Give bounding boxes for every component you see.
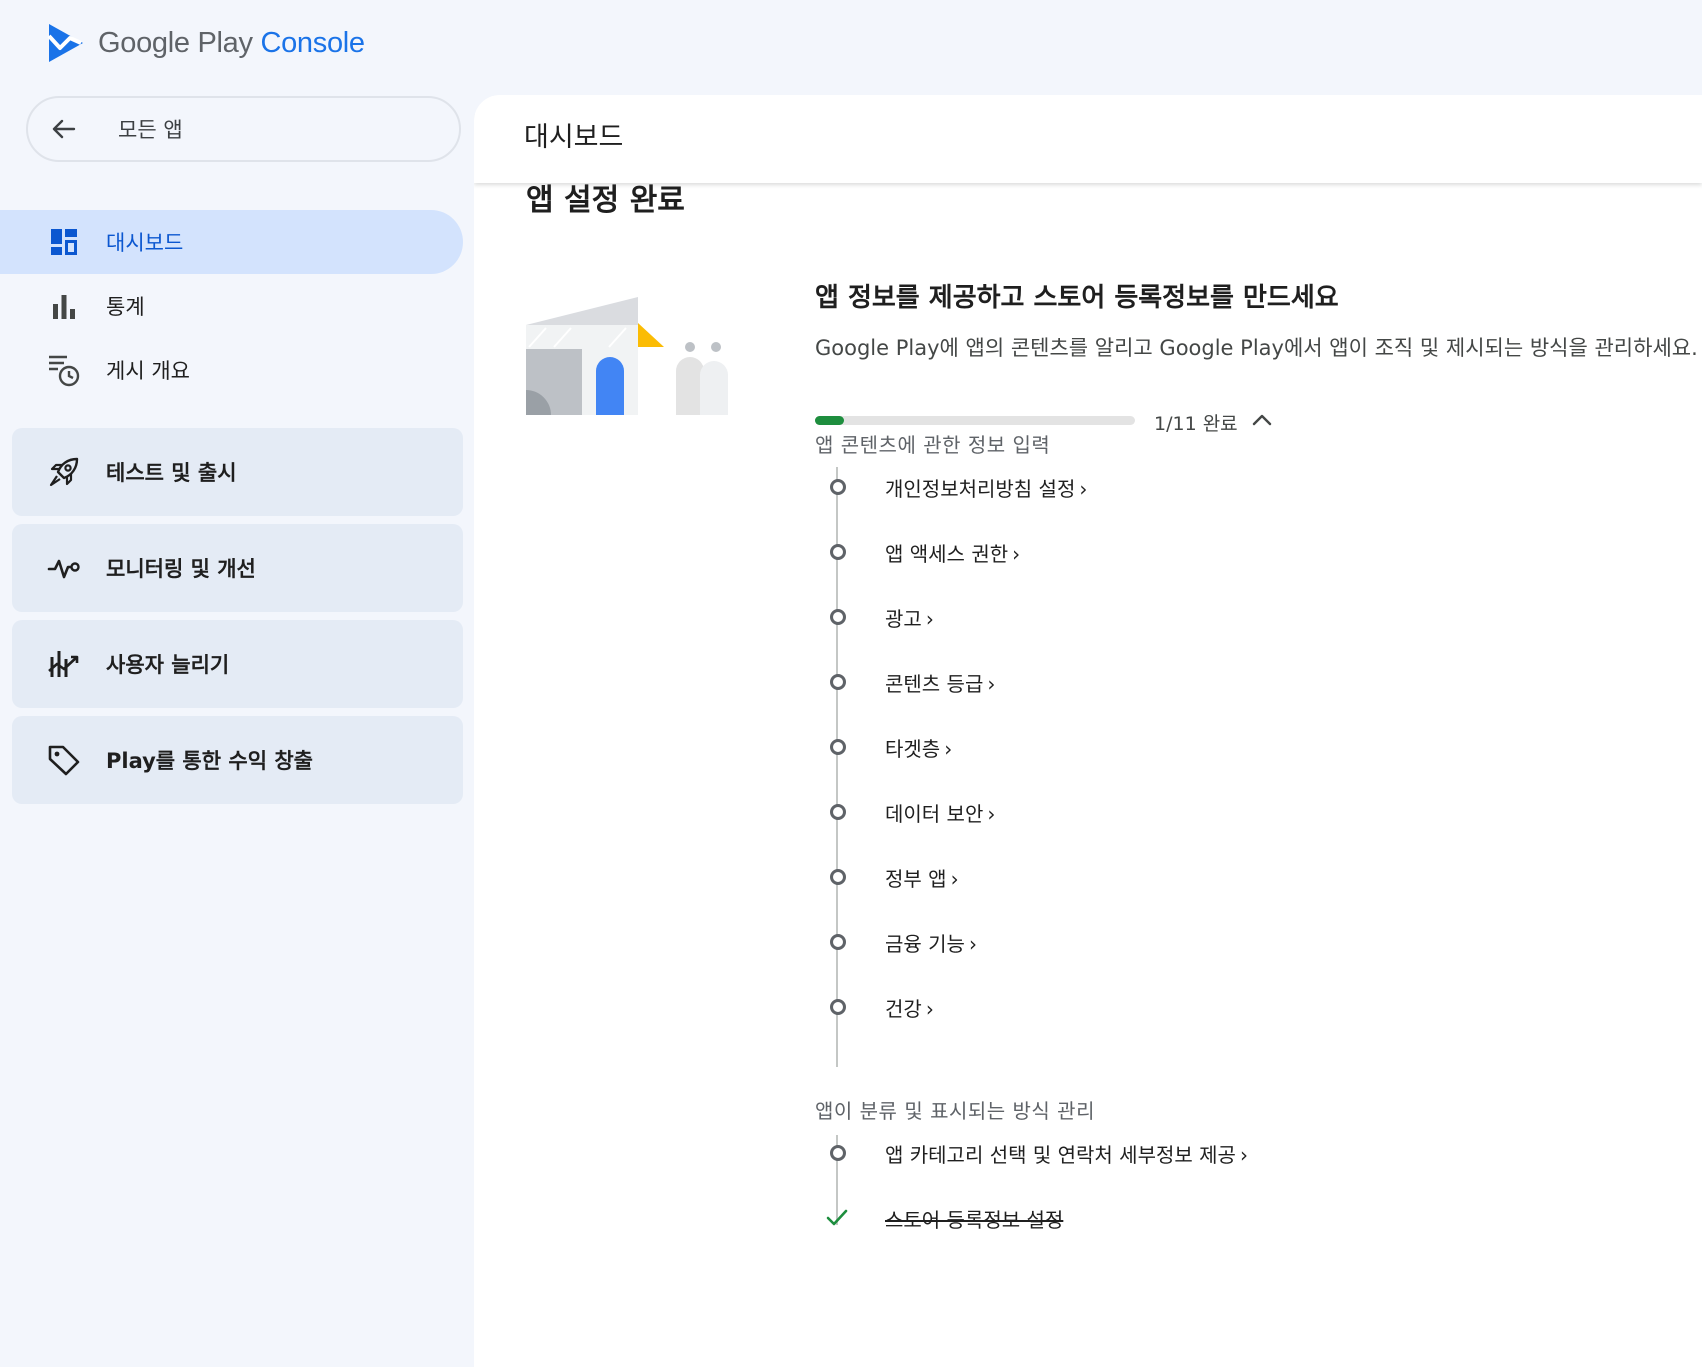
task-app-category-contact[interactable]: 앱 카테고리 선택 및 연락처 세부정보 제공 › (815, 1133, 1248, 1173)
chevron-right-icon: › (950, 866, 959, 891)
task-label: 앱 액세스 권한 (885, 541, 1009, 566)
play-console-logo-icon (47, 24, 83, 62)
setup-card-description: Google Play에 앱의 콘텐츠를 알리고 Google Play에서 앱… (815, 336, 1698, 360)
pending-circle-icon (830, 479, 846, 495)
pending-circle-icon (830, 1145, 846, 1161)
vitals-icon (46, 550, 82, 586)
sidebar-group-label: 테스트 및 출시 (106, 461, 237, 485)
play-console-logo[interactable]: Google Play Console (46, 22, 365, 64)
task-link[interactable]: 콘텐츠 등급 › (885, 668, 995, 697)
task-section-heading: 앱 콘텐츠에 관한 정보 입력 (815, 433, 1051, 457)
task-label: 금융 기능 (885, 931, 965, 956)
task-link[interactable]: 앱 액세스 권한 › (885, 538, 1020, 567)
pending-circle-icon (830, 804, 846, 820)
chevron-right-icon: › (1079, 476, 1088, 501)
task-link[interactable]: 앱 카테고리 선택 및 연락처 세부정보 제공 › (885, 1139, 1248, 1168)
sidebar-group-label: 사용자 늘리기 (106, 653, 230, 677)
pending-circle-icon (830, 609, 846, 625)
task-data-safety[interactable]: 데이터 보안 › (815, 792, 995, 832)
task-link[interactable]: 정부 앱 › (885, 863, 959, 892)
task-label: 건강 (885, 996, 922, 1021)
pending-circle-icon (830, 739, 846, 755)
tag-icon (46, 742, 82, 778)
brand-name-main: Google Play (98, 26, 253, 59)
main-content: 대시보드 앱 설정 완료 앱 정보를 제공하고 스토어 등록정보를 만드세요 G… (474, 95, 1702, 1367)
page-title: 대시보드 (524, 122, 624, 153)
brand-name: Google Play Console (98, 27, 365, 60)
store-illustration (526, 297, 728, 415)
task-label: 앱 카테고리 선택 및 연락처 세부정보 제공 (885, 1142, 1236, 1167)
task-ads[interactable]: 광고 › (815, 597, 934, 637)
sidebar-item-label: 대시보드 (106, 231, 184, 255)
sidebar-item-dashboard[interactable]: 대시보드 (0, 210, 463, 274)
task-link[interactable]: 개인정보처리방침 설정 › (885, 473, 1087, 502)
task-label: 타겟층 (885, 736, 941, 761)
all-apps-button[interactable]: 모든 앱 (26, 96, 461, 162)
pending-circle-icon (830, 869, 846, 885)
sidebar-group-monitor-and-improve[interactable]: 모니터링 및 개선 (12, 524, 463, 612)
task-store-listing[interactable]: 스토어 등록정보 설정 (815, 1198, 1063, 1238)
all-apps-label: 모든 앱 (118, 118, 183, 142)
task-health[interactable]: 건강 › (815, 987, 934, 1027)
task-label: 개인정보처리방침 설정 (885, 476, 1076, 501)
chevron-right-icon: › (987, 801, 996, 826)
arrow-back-icon (52, 119, 76, 139)
sidebar-item-label: 통계 (106, 295, 145, 319)
check-icon (826, 1209, 848, 1226)
sidebar-group-grow-users[interactable]: 사용자 늘리기 (12, 620, 463, 708)
task-label: 데이터 보안 (885, 801, 984, 826)
chevron-up-icon[interactable] (1249, 407, 1275, 433)
page-header: 대시보드 (474, 95, 1702, 183)
dashboard-icon (46, 224, 82, 260)
sidebar-group-monetize[interactable]: Play를 통한 수익 창출 (12, 716, 463, 804)
publishing-overview-icon (46, 352, 82, 388)
sidebar-group-label: Play를 통한 수익 창출 (106, 749, 313, 773)
task-link[interactable]: 건강 › (885, 993, 934, 1022)
task-link[interactable]: 금융 기능 › (885, 928, 977, 957)
task-label[interactable]: 스토어 등록정보 설정 (885, 1204, 1063, 1233)
brand-name-accent: Console (260, 26, 365, 59)
chevron-right-icon: › (925, 606, 934, 631)
task-content-rating[interactable]: 콘텐츠 등급 › (815, 662, 995, 702)
pending-circle-icon (830, 674, 846, 690)
task-label: 콘텐츠 등급 (885, 671, 984, 696)
pending-circle-icon (830, 934, 846, 950)
grow-users-icon (46, 646, 82, 682)
pending-circle-icon (830, 544, 846, 560)
chevron-right-icon: › (925, 996, 934, 1021)
task-label: 정부 앱 (885, 866, 947, 891)
task-privacy-policy[interactable]: 개인정보처리방침 설정 › (815, 467, 1087, 507)
sidebar-group-label: 모니터링 및 개선 (106, 557, 256, 581)
sidebar-item-statistics[interactable]: 통계 (0, 274, 463, 338)
task-target-audience[interactable]: 타겟층 › (815, 727, 952, 767)
setup-card-title: 앱 정보를 제공하고 스토어 등록정보를 만드세요 (815, 283, 1339, 313)
task-link[interactable]: 타겟층 › (885, 733, 952, 762)
rocket-icon (46, 454, 82, 490)
chevron-right-icon: › (1239, 1142, 1248, 1167)
setup-progress-bar (815, 416, 1135, 425)
task-label: 광고 (885, 606, 922, 631)
task-link[interactable]: 데이터 보안 › (885, 798, 995, 827)
bar-chart-icon (46, 288, 82, 324)
task-government-apps[interactable]: 정부 앱 › (815, 857, 959, 897)
chevron-right-icon: › (944, 736, 953, 761)
task-app-access[interactable]: 앱 액세스 권한 › (815, 532, 1020, 572)
task-section-heading: 앱이 분류 및 표시되는 방식 관리 (815, 1099, 1095, 1123)
sidebar-item-publishing-overview[interactable]: 게시 개요 (0, 338, 463, 402)
pending-circle-icon (830, 999, 846, 1015)
chevron-right-icon: › (968, 931, 977, 956)
sidebar-item-label: 게시 개요 (106, 359, 190, 383)
setup-progress-label: 1/11 완료 (1154, 413, 1238, 435)
task-financial-features[interactable]: 금융 기능 › (815, 922, 977, 962)
setup-progress-fill (815, 416, 845, 425)
task-link[interactable]: 광고 › (885, 603, 934, 632)
sidebar-group-test-and-release[interactable]: 테스트 및 출시 (12, 428, 463, 516)
chevron-right-icon: › (1012, 541, 1021, 566)
chevron-right-icon: › (987, 671, 996, 696)
